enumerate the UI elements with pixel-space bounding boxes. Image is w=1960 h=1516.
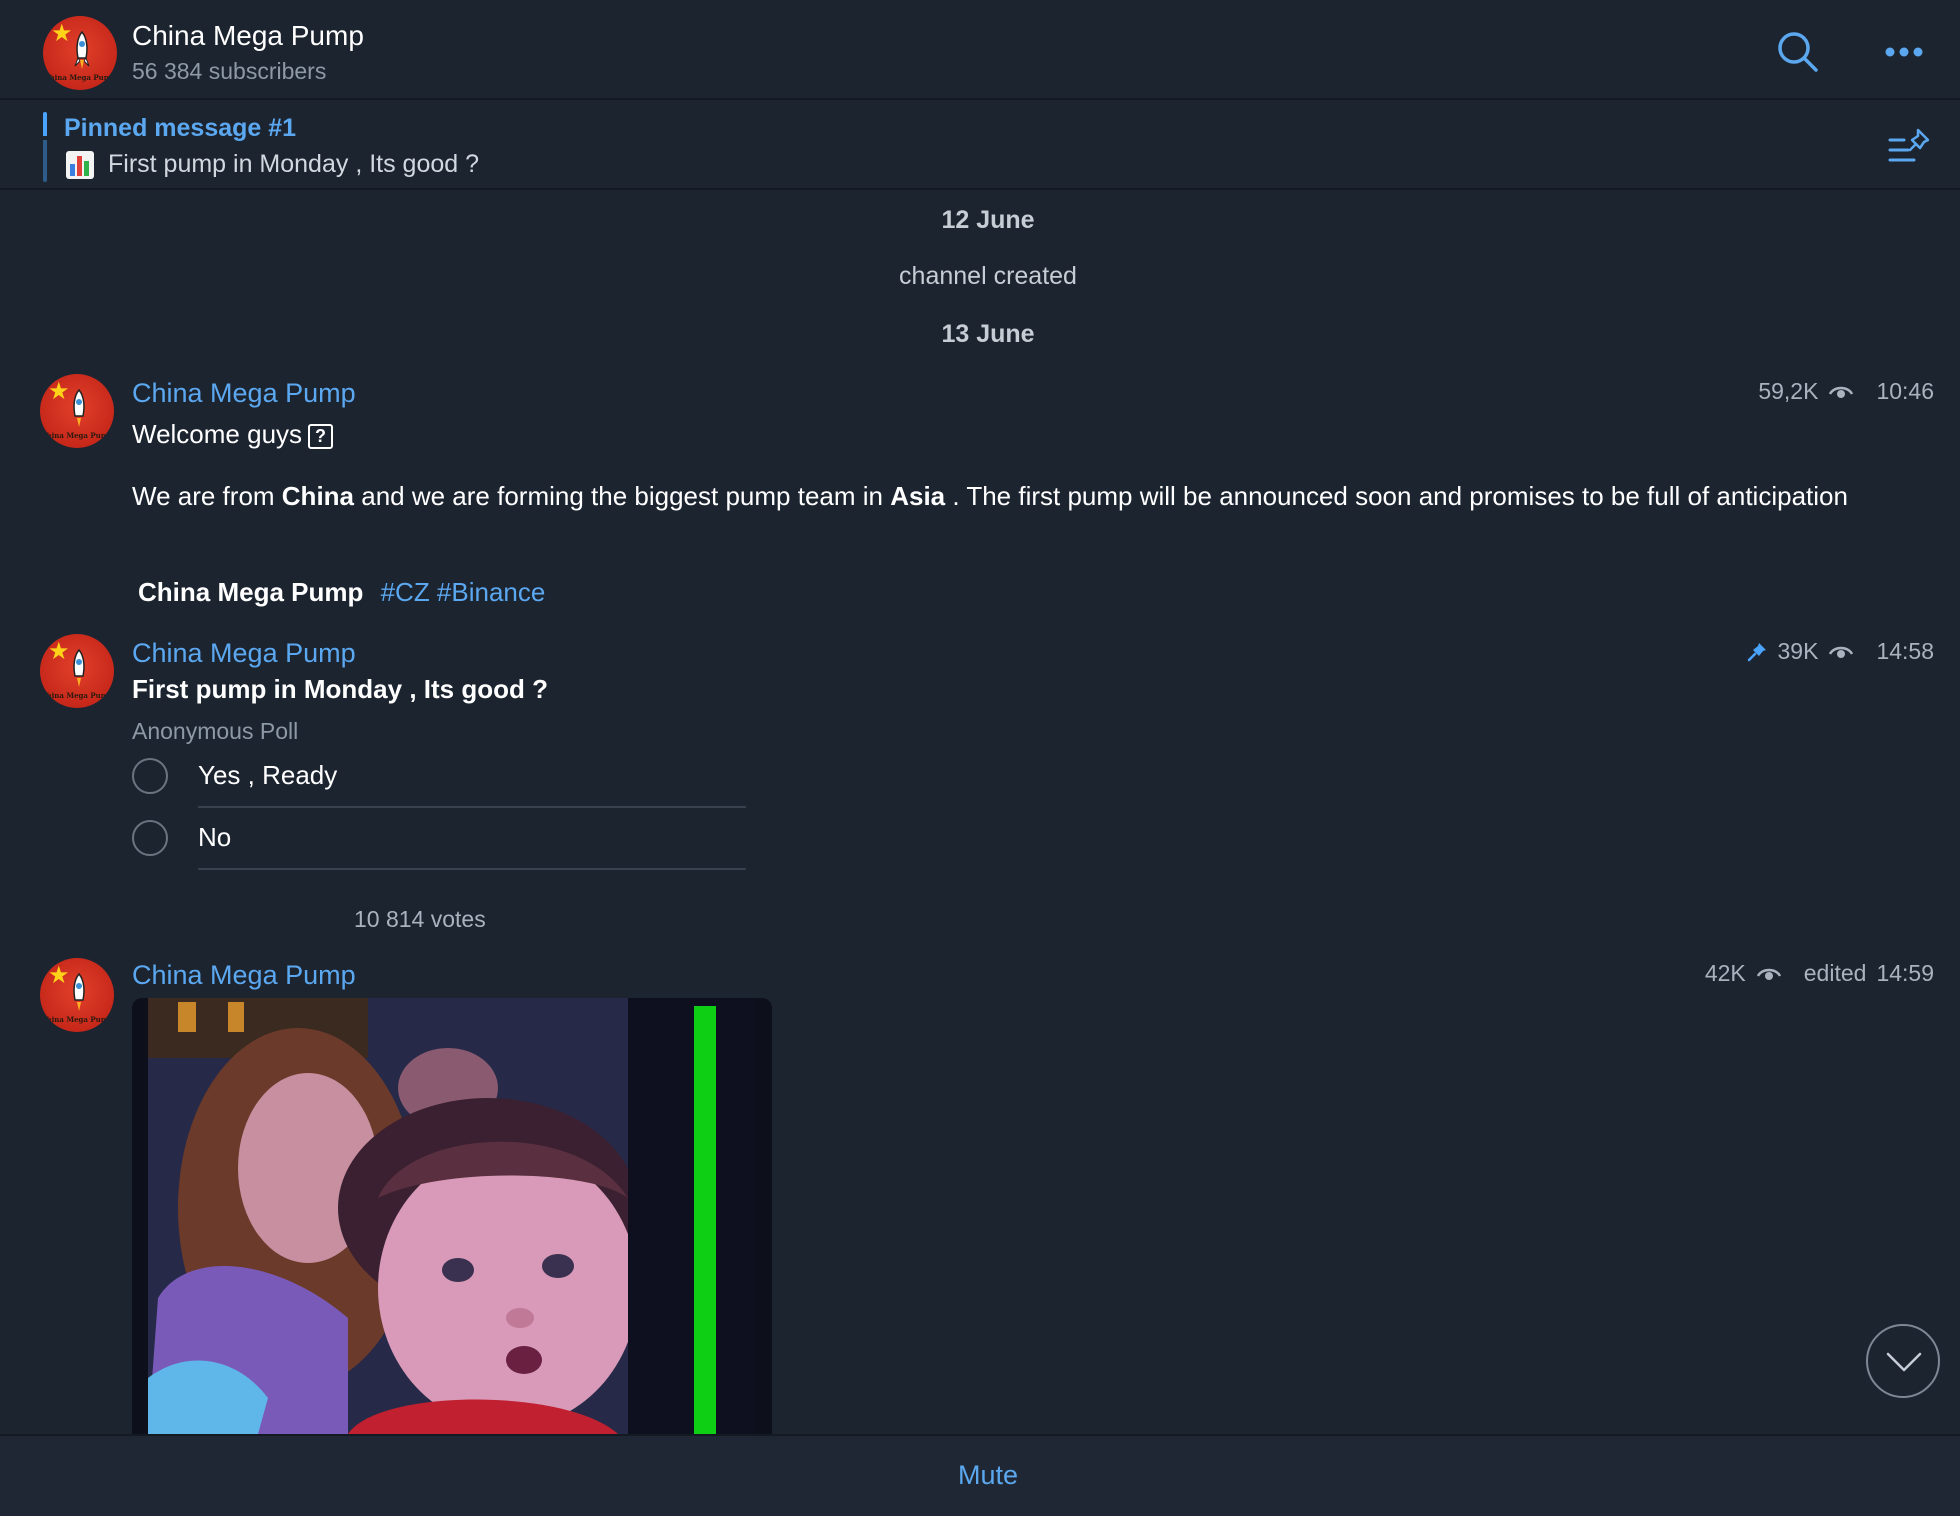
divider xyxy=(198,806,746,808)
service-message: channel created xyxy=(899,262,1077,290)
channel-title[interactable]: China Mega Pump xyxy=(132,20,364,52)
date-separator: 12 June xyxy=(941,206,1035,234)
bar-chart-icon xyxy=(66,150,94,179)
poll-option-no[interactable]: No xyxy=(132,810,746,870)
avatar-label: China Mega Pump xyxy=(40,691,114,700)
rocket-icon xyxy=(73,388,85,427)
divider xyxy=(198,868,746,870)
pinned-title: Pinned message #1 xyxy=(64,114,297,142)
radio-button[interactable] xyxy=(132,820,168,856)
eye-icon xyxy=(1829,386,1854,398)
message-meta: 42K edited 14:59 xyxy=(1705,960,1934,987)
message-avatar[interactable]: ★ China Mega Pump xyxy=(40,958,114,1032)
gif-image xyxy=(148,998,756,1434)
date-separator: 13 June xyxy=(941,320,1035,348)
eye-icon xyxy=(1756,968,1781,980)
edited-label: edited xyxy=(1803,960,1867,986)
radio-button[interactable] xyxy=(132,758,168,794)
poll-type: Anonymous Poll xyxy=(132,718,299,744)
star-icon: ★ xyxy=(48,962,70,989)
star-icon: ★ xyxy=(48,378,70,405)
message-signature-line: China Mega Pump #CZ #Binance xyxy=(138,576,545,608)
star-icon: ★ xyxy=(48,638,70,665)
poll-option-yes[interactable]: Yes , Ready xyxy=(132,748,746,808)
view-count: 42K xyxy=(1704,960,1746,986)
view-count: 39K xyxy=(1777,638,1819,664)
pin-icon xyxy=(1747,642,1766,661)
message-author[interactable]: China Mega Pump xyxy=(132,638,356,669)
message-meta: 59,2K 10:46 xyxy=(1758,378,1934,405)
view-count: 59,2K xyxy=(1758,378,1819,404)
chevron-down-icon xyxy=(1886,1352,1922,1372)
message-time: 10:46 xyxy=(1876,378,1934,404)
rocket-icon xyxy=(73,648,85,687)
poll-vote-count: 10 814 votes xyxy=(354,906,486,932)
progress-bar-graphic xyxy=(694,1006,716,1434)
pinned-preview: First pump in Monday , Its good ? xyxy=(66,150,479,179)
pinned-indicator xyxy=(43,112,47,182)
scroll-down-button[interactable] xyxy=(1866,1324,1940,1398)
avatar-label: China Mega Pump xyxy=(43,73,117,82)
poll-option-label: No xyxy=(198,822,232,852)
gif-media[interactable] xyxy=(132,998,772,1434)
rocket-icon xyxy=(73,972,85,1011)
star-icon: ★ xyxy=(51,20,73,47)
message-avatar[interactable]: ★ China Mega Pump xyxy=(40,634,114,708)
message-time: 14:58 xyxy=(1876,638,1934,664)
poll-question: First pump in Monday , Its good ? xyxy=(132,674,548,704)
more-icon[interactable] xyxy=(1884,44,1924,60)
search-icon[interactable] xyxy=(1776,30,1820,74)
message-paragraph: We are from China and we are forming the… xyxy=(132,481,1848,511)
message-author[interactable]: China Mega Pump xyxy=(132,960,356,991)
message-author[interactable]: China Mega Pump xyxy=(132,378,356,409)
message-greeting: Welcome guys xyxy=(132,419,303,449)
hashtag-links[interactable]: #CZ #Binance xyxy=(381,577,546,607)
message-signature: China Mega Pump xyxy=(138,577,364,607)
eye-icon xyxy=(1829,646,1854,658)
pinned-message-bar[interactable]: Pinned message #1 First pump in Monday ,… xyxy=(0,102,1960,190)
unknown-emoji-icon: ? xyxy=(308,423,334,449)
pinned-text: First pump in Monday , Its good ? xyxy=(108,150,480,178)
message-avatar[interactable]: ★ China Mega Pump xyxy=(40,374,114,448)
subscriber-count: 56 384 subscribers xyxy=(132,58,327,84)
avatar-label: China Mega Pump xyxy=(40,1015,114,1024)
rocket-icon xyxy=(74,30,90,69)
pinned-list-icon[interactable] xyxy=(1888,126,1932,166)
message-text: Welcome guys? xyxy=(132,418,334,450)
chat-header: ★ China Mega Pump China Mega Pump 56 384… xyxy=(0,0,1960,100)
poll-option-label: Yes , Ready xyxy=(198,760,338,790)
message-meta: 39K 14:58 xyxy=(1746,638,1934,665)
mute-button[interactable]: Mute xyxy=(0,1460,1960,1491)
message-time: 14:59 xyxy=(1876,960,1934,986)
channel-avatar[interactable]: ★ China Mega Pump xyxy=(43,16,117,90)
avatar-label: China Mega Pump xyxy=(40,431,114,440)
bottom-bar: Mute xyxy=(0,1434,1960,1516)
telegram-channel-window: ★ China Mega Pump China Mega Pump 56 384… xyxy=(0,0,1960,1516)
gif-frame xyxy=(148,998,756,1434)
